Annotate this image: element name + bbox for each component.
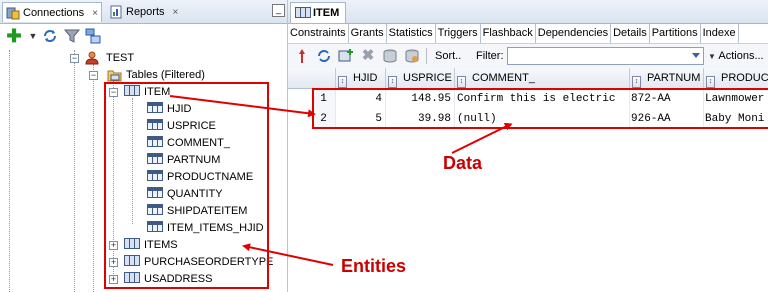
tab-partitions[interactable]: Partitions <box>650 24 701 43</box>
table-editor-panel: ITEM Constraints Grants Statistics Triggers… <box>288 0 768 292</box>
data-annotation-label: Data <box>443 153 483 173</box>
grid-header: ↕ HJID ↕ USPRICE ↕ COMMENT_ ↕ PARTNUM ↕ PRODU… <box>288 68 768 89</box>
schema-browser-icon[interactable] <box>85 28 101 44</box>
column-header-productname[interactable]: ↕ PRODUC <box>704 68 768 88</box>
user-schema-icon <box>85 51 99 65</box>
column-header-hjid[interactable]: ↕ HJID <box>336 68 386 88</box>
filter-label: Filter: <box>476 50 504 62</box>
close-icon[interactable]: × <box>173 7 179 18</box>
column-header-usprice[interactable]: ↕ USPRICE <box>386 68 455 88</box>
refresh-icon[interactable] <box>316 48 332 64</box>
folder-icon <box>107 70 122 82</box>
minimize-button[interactable]: _ <box>272 4 285 17</box>
delete-row-icon[interactable]: ✖ <box>360 48 376 64</box>
sort-button[interactable]: Sort.. <box>435 48 461 64</box>
close-icon[interactable]: × <box>92 8 98 19</box>
sort-icon[interactable]: ↕ <box>338 76 347 88</box>
collapse-icon[interactable]: − <box>89 71 98 80</box>
tab-triggers[interactable]: Triggers <box>436 24 481 43</box>
dropdown-arrow-icon[interactable]: ▼ <box>25 28 41 44</box>
chevron-down-icon[interactable] <box>692 53 700 58</box>
tab-flashback[interactable]: Flashback <box>481 24 536 43</box>
left-tab-bar: Connections × Reports × _ <box>0 0 287 24</box>
editor-tab-title: ITEM <box>313 7 340 19</box>
tab-grants[interactable]: Grants <box>349 24 387 43</box>
table-icon <box>295 7 311 18</box>
sort-icon[interactable]: ↕ <box>457 76 466 88</box>
entities-highlight-box <box>104 82 269 289</box>
sort-icon[interactable]: ↕ <box>706 76 715 88</box>
add-connection-icon[interactable]: ✚ <box>6 27 22 45</box>
tab-statistics[interactable]: Statistics <box>387 24 436 43</box>
sort-icon[interactable]: ↕ <box>632 76 641 88</box>
table-subtabs: Constraints Grants Statistics Triggers Flash… <box>288 24 768 44</box>
tab-reports-label: Reports <box>126 6 165 18</box>
actions-menu[interactable]: ▼ Actions... <box>708 48 764 64</box>
filter-icon[interactable] <box>64 28 80 44</box>
tab-details[interactable]: Details <box>611 24 650 43</box>
column-header-partnum[interactable]: ↕ PARTNUM <box>630 68 704 88</box>
chevron-down-icon: ▼ <box>708 52 716 61</box>
connection-name: TEST <box>106 52 135 64</box>
tab-connections-label: Connections <box>23 7 85 19</box>
freeze-view-icon[interactable] <box>294 48 310 64</box>
tab-dependencies[interactable]: Dependencies <box>536 24 612 43</box>
tab-indexes[interactable]: Indexe <box>701 24 739 43</box>
tab-reports[interactable]: Reports × <box>106 2 184 22</box>
refresh-icon[interactable] <box>42 28 58 44</box>
collapse-icon[interactable]: − <box>70 54 79 63</box>
data-toolbar: ✖ Sort.. Filter: ▼ Actions... <box>288 44 768 69</box>
commit-icon[interactable] <box>382 48 398 64</box>
editor-tab-bar: ITEM <box>288 0 768 24</box>
tab-constraints[interactable]: Constraints <box>288 24 349 43</box>
tab-connections[interactable]: Connections × <box>2 2 102 22</box>
connections-toolbar: ✚ ▼ <box>0 24 287 48</box>
data-highlight-box <box>312 88 768 129</box>
entities-annotation-label: Entities <box>341 256 407 276</box>
reports-icon <box>110 5 122 19</box>
rollback-icon[interactable] <box>404 48 420 64</box>
insert-row-icon[interactable] <box>338 48 354 64</box>
connections-icon <box>6 7 20 20</box>
actions-label: Actions... <box>718 50 764 62</box>
sort-icon[interactable]: ↕ <box>388 76 397 88</box>
tab-item-table[interactable]: ITEM <box>290 2 347 23</box>
column-header-comment[interactable]: ↕ COMMENT_ <box>455 68 630 88</box>
row-number-header <box>288 68 336 88</box>
filter-input[interactable] <box>507 47 704 65</box>
